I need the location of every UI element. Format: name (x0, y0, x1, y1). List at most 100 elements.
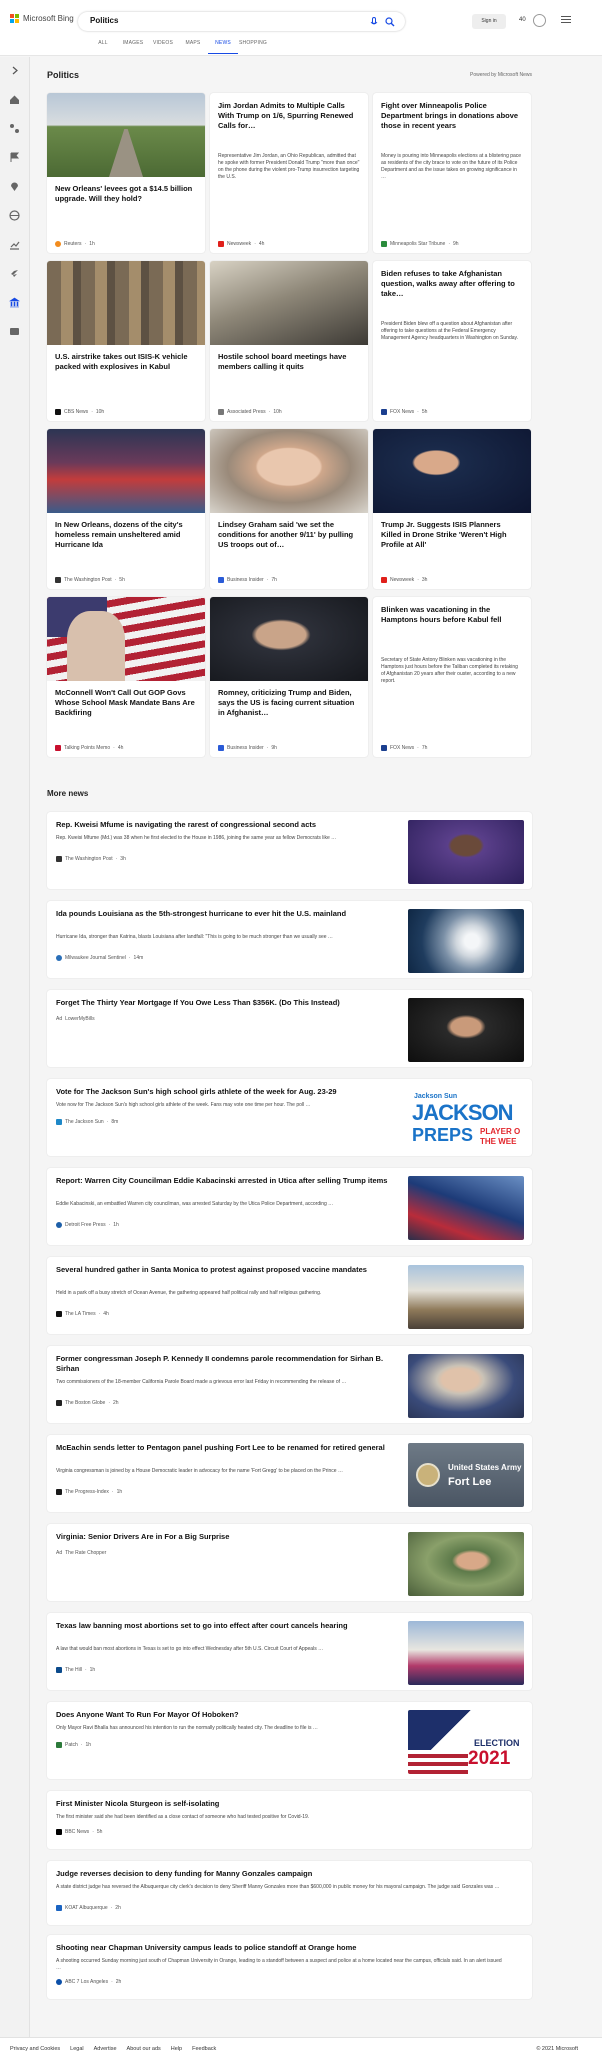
news-card[interactable]: Hostile school board meetings have membe… (210, 261, 368, 421)
card-source: The Washington Post (64, 577, 112, 583)
news-card[interactable]: Blinken was vacationing in the Hamptons … (373, 597, 531, 757)
footer-link-advertise[interactable]: Advertise (94, 2046, 117, 2052)
news-row[interactable]: Several hundred gather in Santa Monica t… (47, 1257, 532, 1334)
row-source: Detroit Free Press (65, 1222, 106, 1228)
election-2021-graphic: ELECTION 2021 (408, 1710, 524, 1774)
trump-rally-photo (408, 1176, 524, 1240)
ad-row[interactable]: Forget The Thirty Year Mortgage If You O… (47, 990, 532, 1067)
flag-icon[interactable] (9, 152, 20, 163)
news-row[interactable]: Ida pounds Louisiana as the 5th-stronges… (47, 901, 532, 978)
card-time: 7h (421, 745, 428, 751)
microphone-icon[interactable] (370, 17, 378, 27)
copyright: © 2021 Microsoft (536, 2046, 578, 2052)
rewards-points[interactable]: 40 (519, 17, 526, 23)
location-icon[interactable] (9, 181, 20, 192)
sign-text: Fort Lee (448, 1476, 492, 1488)
fox-news-logo-icon (381, 409, 387, 415)
row-time: 1h (116, 1489, 123, 1495)
news-card[interactable]: U.S. airstrike takes out ISIS-K vehicle … (47, 261, 205, 421)
tab-all[interactable]: ALL (88, 40, 118, 54)
sign-in-button[interactable]: Sign in (472, 14, 506, 29)
sign-text: United States Army (448, 1463, 522, 1472)
politics-building-icon[interactable] (9, 297, 20, 308)
news-card[interactable]: McConnell Won't Call Out GOP Govs Whose … (47, 597, 205, 757)
news-card[interactable]: New Orleans' levees got a $14.5 billion … (47, 93, 205, 253)
card-time: 5h (119, 577, 125, 583)
home-icon[interactable] (9, 94, 20, 105)
news-card[interactable]: Jim Jordan Admits to Multiple Calls With… (210, 93, 368, 253)
card-time: 5h (421, 409, 428, 415)
card-source: Talking Points Memo (64, 745, 111, 751)
la-times-logo-icon (56, 1311, 62, 1317)
row-description: Eddie Kabacinski, an embattled Warren ci… (56, 1201, 334, 1207)
card-source: Newsweek (390, 577, 415, 583)
news-row[interactable]: Former congressman Joseph P. Kennedy II … (47, 1346, 532, 1423)
news-row[interactable]: Shooting near Chapman University campus … (47, 1935, 532, 1999)
abc7-logo-icon (56, 1979, 62, 1985)
news-row[interactable]: Vote for The Jackson Sun's high school g… (47, 1079, 532, 1156)
footer-link-privacy[interactable]: Privacy and Cookies (10, 2046, 60, 2052)
card-source: FOX News (390, 409, 415, 415)
footer-link-about-ads[interactable]: About our ads (127, 2046, 161, 2052)
news-row[interactable]: Texas law banning most abortions set to … (47, 1613, 532, 1690)
card-description: Representative Jim Jordan, an Ohio Repub… (218, 153, 360, 180)
search-icon[interactable] (385, 17, 395, 27)
news-card[interactable]: Romney, criticizing Trump and Biden, say… (210, 597, 368, 757)
row-title: Shooting near Chapman University campus … (56, 1943, 357, 1952)
news-row[interactable]: Report: Warren City Councilman Eddie Kab… (47, 1168, 532, 1245)
news-row[interactable]: McEachin sends letter to Pentagon panel … (47, 1435, 532, 1512)
row-description: Only Mayor Ravi Bhalla has announced his… (56, 1725, 318, 1731)
tab-news[interactable]: NEWS (208, 40, 238, 54)
hamburger-menu-icon[interactable] (561, 16, 571, 25)
search-box[interactable]: Politics (78, 12, 405, 31)
globe-icon[interactable] (9, 210, 20, 221)
bing-logo[interactable]: Microsoft Bing (10, 14, 74, 23)
chart-icon[interactable] (9, 239, 20, 250)
news-card[interactable]: Fight over Minneapolis Police Department… (373, 93, 531, 253)
card-source: Reuters (64, 241, 82, 247)
more-categories-icon[interactable] (9, 326, 20, 337)
ad-row[interactable]: Virginia: Senior Drivers Are in For a Bi… (47, 1524, 532, 1601)
bbc-logo-icon (56, 1829, 62, 1835)
card-description: Money is pouring into Minneapolis electi… (381, 153, 522, 180)
card-title: New Orleans' levees got a $14.5 billion … (55, 184, 193, 203)
row-source: The LA Times (65, 1311, 96, 1317)
row-title: Report: Warren City Councilman Eddie Kab… (56, 1176, 388, 1185)
kennedy-photo (408, 1354, 524, 1418)
row-description: The first minister said she had been ide… (56, 1814, 310, 1820)
fox-news-logo-icon (381, 745, 387, 751)
search-input[interactable]: Politics (90, 16, 118, 25)
tab-maps[interactable]: MAPS (178, 40, 208, 54)
row-description: Two commissioners of the 18-member Calif… (56, 1379, 347, 1385)
santa-monica-protest-photo (408, 1265, 524, 1329)
footer-link-legal[interactable]: Legal (70, 2046, 83, 2052)
card-title: Romney, criticizing Trump and Biden, say… (218, 688, 355, 717)
news-row[interactable]: First Minister Nicola Sturgeon is self-i… (47, 1791, 532, 1849)
soldiers-photo (47, 261, 205, 345)
news-card[interactable]: Lindsey Graham said 'we set the conditio… (210, 429, 368, 589)
news-card[interactable]: Biden refuses to take Afghanistan questi… (373, 261, 531, 421)
rewards-icon[interactable] (533, 14, 546, 27)
tab-videos[interactable]: VIDEOS (148, 40, 178, 54)
row-time: 4h (103, 1311, 109, 1317)
tab-images[interactable]: IMAGES (118, 40, 148, 54)
tab-shopping[interactable]: SHOPPING (238, 40, 268, 54)
rocket-icon[interactable] (9, 268, 20, 279)
news-card[interactable]: Trump Jr. Suggests ISIS Planners Killed … (373, 429, 531, 589)
trump-jr-photo (373, 429, 531, 513)
card-title: Fight over Minneapolis Police Department… (381, 101, 519, 130)
row-title: Virginia: Senior Drivers Are in For a Bi… (56, 1532, 230, 1541)
card-source: Business Insider (227, 745, 264, 751)
news-row[interactable]: Judge reverses decision to deny funding … (47, 1861, 532, 1925)
news-row[interactable]: Does Anyone Want To Run For Mayor Of Hob… (47, 1702, 532, 1779)
top-bar: Microsoft Bing Politics ALL IMAGES VIDEO… (0, 0, 602, 56)
card-time: 7h (271, 577, 277, 583)
news-card[interactable]: In New Orleans, dozens of the city's hom… (47, 429, 205, 589)
row-description: A law that would ban most abortions in T… (56, 1646, 324, 1652)
news-row[interactable]: Rep. Kweisi Mfume is navigating the rare… (47, 812, 532, 889)
kweisi-mfume-photo (408, 820, 524, 884)
footer-link-feedback[interactable]: Feedback (192, 2046, 216, 2052)
sports-icon[interactable] (9, 123, 20, 134)
footer-link-help[interactable]: Help (171, 2046, 182, 2052)
expand-chevron-icon[interactable] (9, 65, 20, 76)
